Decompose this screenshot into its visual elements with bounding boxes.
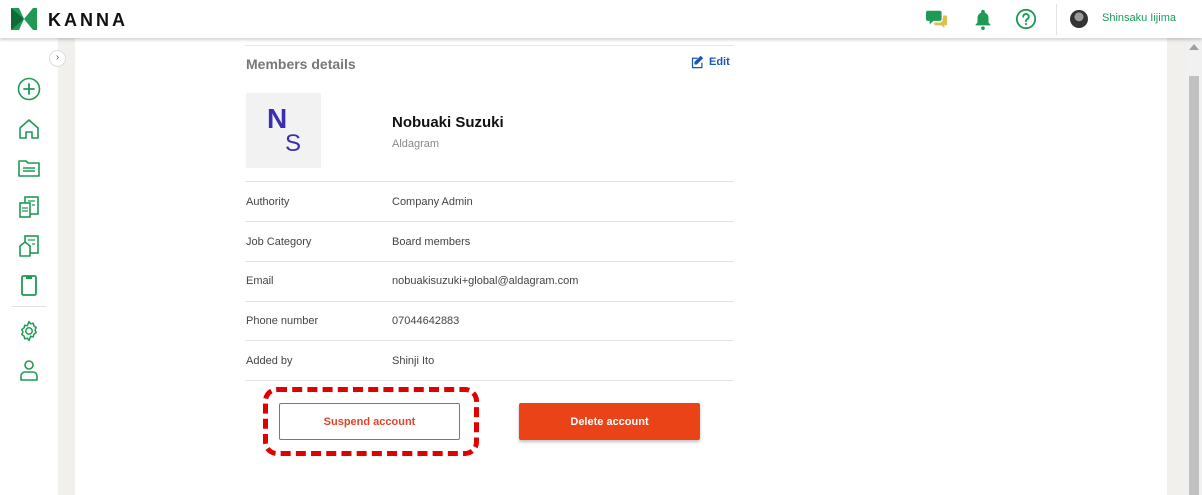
user-name[interactable]: Shinsaku Iijima xyxy=(1102,12,1176,24)
row-label-email: Email xyxy=(246,275,274,287)
row-divider xyxy=(245,181,734,182)
top-header: KANNA Shinsaku Iijima xyxy=(0,0,1202,38)
row-label-job-category: Job Category xyxy=(246,236,312,248)
sidebar xyxy=(0,38,58,495)
scrollbar-thumb[interactable] xyxy=(1189,76,1199,495)
gear-icon[interactable] xyxy=(17,319,41,343)
brand-name: KANNA xyxy=(48,10,128,30)
home-icon[interactable] xyxy=(17,117,41,141)
row-value-job-category: Board members xyxy=(392,236,471,248)
member-avatar: N S xyxy=(246,93,321,168)
buildings-icon[interactable] xyxy=(17,234,41,258)
sidebar-collapse-button[interactable]: › xyxy=(49,50,66,67)
delete-account-button[interactable]: Delete account xyxy=(519,403,700,440)
row-divider xyxy=(245,380,734,381)
row-divider xyxy=(245,301,734,302)
member-name: Nobuaki Suzuki xyxy=(392,114,504,131)
header-divider xyxy=(1056,4,1057,35)
edit-button[interactable]: Edit xyxy=(690,55,730,69)
kanna-logo-icon[interactable] xyxy=(11,8,37,30)
person-icon[interactable] xyxy=(17,358,41,382)
avatar-initial-second: S xyxy=(285,130,302,157)
row-value-added-by: Shinji Ito xyxy=(392,355,435,367)
folder-icon[interactable] xyxy=(17,156,41,180)
add-icon[interactable] xyxy=(17,77,41,101)
edit-icon xyxy=(691,55,704,69)
member-company: Aldagram xyxy=(392,138,440,150)
scroll-up-arrow-icon[interactable] xyxy=(1189,44,1199,50)
row-label-added-by: Added by xyxy=(246,355,293,367)
row-divider xyxy=(245,221,734,222)
help-icon[interactable] xyxy=(1015,8,1037,30)
chat-icon[interactable] xyxy=(926,8,948,30)
section-title: Members details xyxy=(246,56,356,72)
section-top-divider xyxy=(245,45,734,46)
clipboard-icon[interactable] xyxy=(17,273,41,297)
row-value-email: nobuakisuzuki+global@aldagram.com xyxy=(392,275,579,287)
suspend-account-button[interactable]: Suspend account xyxy=(279,403,460,440)
documents-icon[interactable] xyxy=(17,195,41,219)
avatar[interactable] xyxy=(1070,10,1088,28)
row-value-authority: Company Admin xyxy=(392,196,473,208)
edit-label: Edit xyxy=(709,56,730,68)
row-label-authority: Authority xyxy=(246,196,290,208)
row-label-phone: Phone number xyxy=(246,315,319,327)
bell-icon[interactable] xyxy=(972,8,994,30)
row-divider xyxy=(245,261,734,262)
row-divider xyxy=(245,340,734,341)
row-value-phone: 07044642883 xyxy=(392,315,460,327)
sidebar-divider xyxy=(12,306,46,307)
